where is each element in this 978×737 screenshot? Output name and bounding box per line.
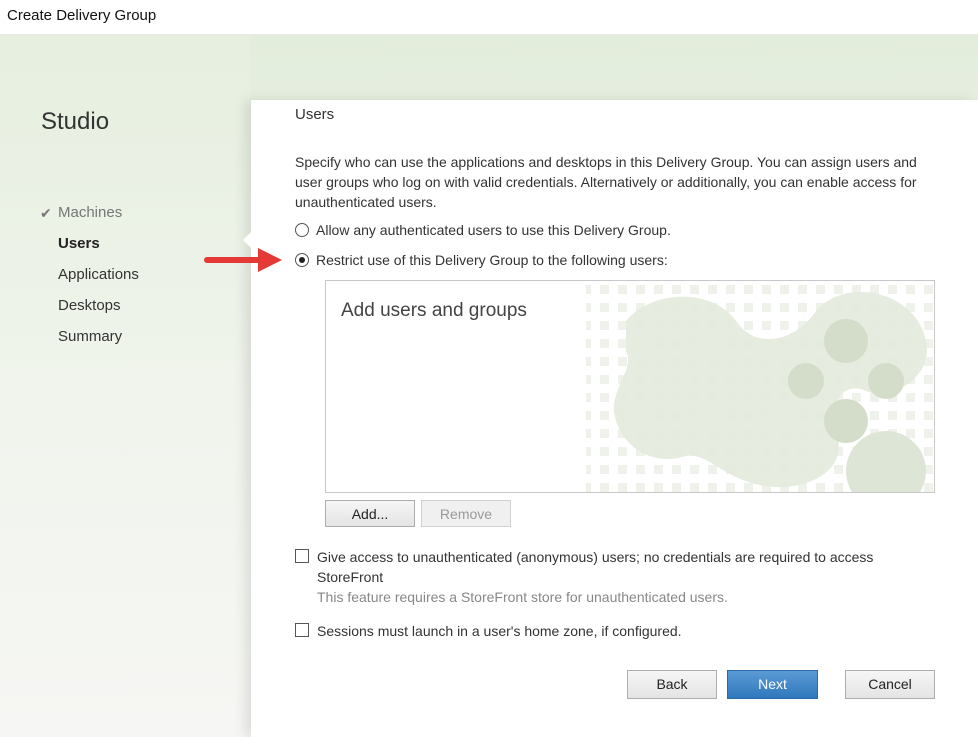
radio-label: Allow any authenticated users to use thi…: [316, 222, 671, 238]
step-label: Applications: [58, 266, 139, 283]
window-title: Create Delivery Group: [7, 7, 157, 24]
radio-any-authenticated[interactable]: Allow any authenticated users to use thi…: [295, 222, 671, 238]
checkbox-label: Give access to unauthenticated (anonymou…: [317, 549, 874, 585]
users-box-placeholder: Add users and groups: [341, 300, 527, 321]
users-list-box[interactable]: Add users and groups: [325, 280, 935, 493]
add-button[interactable]: Add...: [325, 500, 415, 527]
step-label: Desktops: [58, 297, 121, 314]
step-label: Machines: [58, 204, 123, 221]
remove-button[interactable]: Remove: [421, 500, 511, 527]
red-arrow-icon: [204, 248, 282, 272]
next-button[interactable]: Next: [727, 670, 818, 699]
radio-restrict-users[interactable]: Restrict use of this Delivery Group to t…: [295, 252, 668, 268]
wizard-sidebar: [0, 35, 250, 737]
home-zone-option[interactable]: Sessions must launch in a user's home zo…: [295, 621, 935, 641]
checkmark-icon: ✔: [40, 205, 52, 221]
studio-brand: Studio: [41, 108, 110, 135]
checkbox-label: Sessions must launch in a user's home zo…: [317, 623, 682, 639]
step-label: Summary: [58, 328, 123, 345]
back-button[interactable]: Back: [627, 670, 717, 699]
checkbox[interactable]: [295, 549, 309, 563]
window-titlebar: Create Delivery Group: [0, 0, 978, 35]
active-step-pointer: [243, 232, 251, 248]
storefront-note: This feature requires a StoreFront store…: [317, 589, 728, 605]
unauthenticated-access-option[interactable]: Give access to unauthenticated (anonymou…: [295, 547, 935, 587]
radio-label: Restrict use of this Delivery Group to t…: [316, 252, 668, 268]
page-title: Users: [295, 106, 335, 123]
cancel-button[interactable]: Cancel: [845, 670, 935, 699]
radio-button[interactable]: [295, 223, 309, 237]
radio-button[interactable]: [295, 253, 309, 267]
page-description: Specify who can use the applications and…: [295, 154, 917, 210]
step-label: Users: [58, 235, 100, 252]
checkbox[interactable]: [295, 623, 309, 637]
